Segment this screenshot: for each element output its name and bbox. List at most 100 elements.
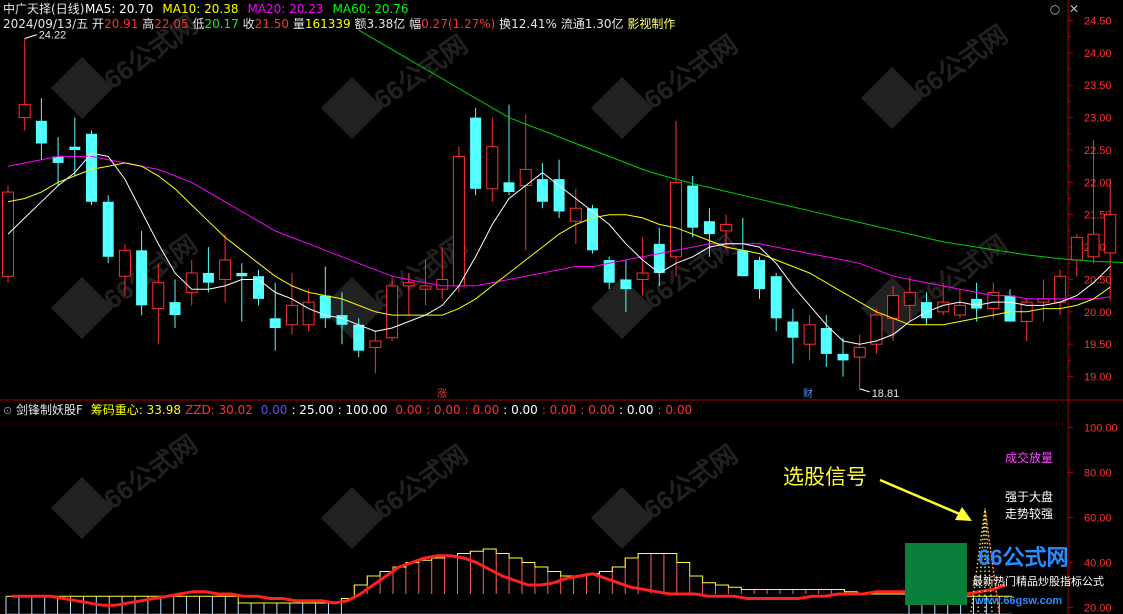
candle-body-up	[152, 282, 165, 310]
y-tick-label: 20.00	[1084, 307, 1112, 319]
candle-body-down	[1004, 295, 1016, 322]
indicator-header: ⊙ 剑锋制妖股F 筹码重心: 33.98 ZZD: 30.02 0.00: 25.…	[3, 403, 692, 418]
indicator-value-item: : 0.00	[464, 403, 500, 417]
close-value: 21.50	[254, 17, 290, 31]
indicator-y-tick-label: 60.00	[1084, 513, 1112, 525]
indicator-value-item: : 0.00	[657, 403, 693, 417]
candle-body-up	[302, 301, 315, 326]
watermark-logo: 66公式网	[320, 439, 473, 550]
watermark-logo: 66公式网	[320, 29, 473, 140]
candle-body-down	[687, 185, 699, 228]
indicator-settings-icon[interactable]: ⊙	[3, 404, 12, 417]
stock-chart-window: 66公式网 66公式网 66公式网 66公式网 66公式网 66公式网 66公式网 66公式网…	[0, 0, 1123, 614]
candle-body-up	[402, 282, 415, 287]
volume-label: 量	[292, 17, 305, 31]
candle-body-down	[35, 120, 47, 144]
close-label: 收	[242, 17, 255, 31]
indicator-value-item: : 0.00	[426, 403, 461, 417]
candle-body-down	[787, 321, 799, 338]
candle-body-up	[636, 272, 649, 280]
candle-body-down	[202, 272, 214, 283]
candle-body-up	[1054, 275, 1067, 303]
stock-name: 中广天择	[3, 2, 52, 16]
legend-strong-1: 强于大盘	[1005, 489, 1053, 504]
amount-value: 3.38亿	[366, 17, 406, 31]
high-value: 22.05	[154, 17, 189, 31]
logo-brand: 66公式网	[978, 545, 1068, 570]
watermark-logo: 66公式网	[860, 229, 1013, 340]
ma-header-item: MA5: 20.70	[85, 2, 154, 16]
float-value: 1.30亿	[584, 17, 624, 31]
ma-header-item: MA10: 20.38	[162, 2, 239, 16]
candle-body-down	[236, 272, 248, 277]
candle-body-down	[536, 179, 548, 202]
indicator-name: 剑锋制妖股F	[16, 403, 83, 417]
y-tick-label: 22.00	[1084, 177, 1112, 189]
candle-body-down	[503, 182, 515, 193]
watermark-logo: 66公式网	[860, 19, 1013, 130]
watermark-logo: 66公式网	[50, 229, 203, 340]
candle-body-up	[1070, 236, 1083, 261]
logo-slogan: 最新热门精品炒股指标公式	[972, 574, 1104, 588]
low-marker-arrow	[859, 388, 870, 393]
ma-header: MA5: 20.70 MA10: 20.38 MA20: 20.23 MA60: 20…	[85, 2, 418, 16]
candle-body-down	[754, 260, 765, 290]
open-value: 20.91	[104, 17, 139, 31]
ma-header-item: MA20: 20.23	[247, 2, 324, 16]
candle-body-up	[219, 259, 232, 280]
candle-body-up	[887, 295, 900, 319]
signal-title: 选股信号	[783, 465, 867, 489]
candle-body-down	[703, 221, 715, 235]
pin-button[interactable]: ○	[1047, 2, 1063, 16]
indicator-value-item: 0.00	[391, 403, 423, 417]
y-tick-label: 22.50	[1084, 145, 1112, 157]
amount-label: 额	[354, 17, 367, 31]
legend-strong-2: 走势较强	[1005, 506, 1053, 521]
indicator-value-item: : 0.00	[541, 403, 577, 417]
y-tick-label: 23.50	[1084, 80, 1112, 92]
indicator-y-tick-label: 20.00	[1084, 603, 1112, 614]
candle-body-up	[953, 304, 966, 316]
candle-body-down	[653, 243, 665, 273]
low-marker-label: 18.81	[872, 388, 900, 400]
candle-body-up	[118, 249, 131, 277]
ohlc-header: 2024/09/13/五 开20.91 高22.05 低20.17 收21.50…	[3, 17, 675, 31]
y-tick-label: 20.50	[1084, 274, 1112, 286]
legend-volume: 成交放量	[1005, 450, 1053, 465]
svg-text:66公式网: 66公式网	[98, 429, 203, 515]
candle-body-down	[971, 298, 983, 309]
candle-body-up	[670, 181, 682, 258]
indicator-value-item: : 0.00	[618, 403, 654, 417]
change-value: 0.27(1.27%)	[421, 17, 496, 31]
candle-body-down	[837, 353, 849, 361]
date-label: 2024/09/13/五	[3, 17, 89, 31]
low-value: 20.17	[204, 17, 239, 31]
candle-body-up	[486, 146, 499, 190]
high-marker-label: 24.22	[39, 30, 67, 42]
close-button[interactable]: ✕	[1066, 2, 1082, 16]
indicator-value-item: ZZD: 30.02	[185, 403, 253, 417]
float-label: 流通	[560, 17, 585, 31]
svg-text:66公式网: 66公式网	[368, 29, 473, 115]
candle-body-down	[136, 250, 148, 306]
y-tick-label: 24.00	[1084, 48, 1112, 60]
candle-body-down	[169, 302, 181, 316]
candle-body-down	[353, 324, 365, 351]
ma-header-item: MA60: 20.76	[332, 2, 409, 16]
y-tick-label: 19.50	[1084, 339, 1112, 351]
candle-body-down	[820, 328, 832, 354]
svg-text:66公式网: 66公式网	[98, 229, 203, 315]
period-label: (日线)	[51, 2, 85, 16]
watermark-logo: 66公式网	[590, 439, 743, 550]
credit-label: 影视制作	[627, 17, 676, 31]
candle-body-down	[69, 146, 81, 150]
logo-box	[905, 543, 967, 605]
high-marker-arrow	[24, 34, 37, 40]
y-tick-label: 19.00	[1084, 372, 1112, 384]
indicator-value-item: : 25.00	[291, 403, 334, 417]
indicator-y-tick-label: 100.00	[1084, 423, 1118, 435]
change-label: 幅	[409, 17, 422, 31]
chart-canvas[interactable]: 66公式网 66公式网 66公式网 66公式网 66公式网 66公式网 66公式网 66公式网…	[0, 0, 1123, 614]
watermark-logo: 66公式网	[590, 29, 743, 140]
candle-body-up	[369, 340, 382, 348]
